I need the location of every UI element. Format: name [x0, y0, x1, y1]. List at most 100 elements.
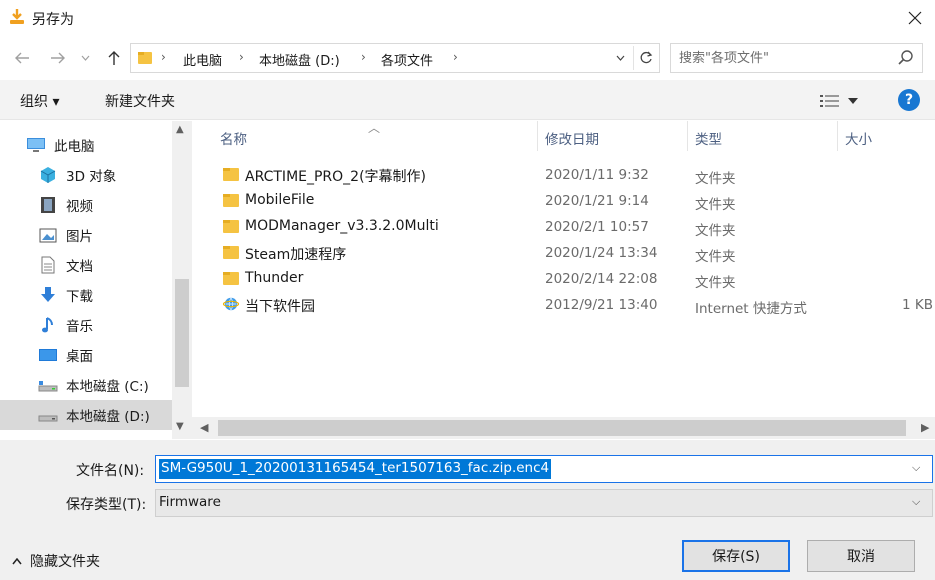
- close-button[interactable]: [896, 2, 934, 34]
- file-name: MobileFile: [245, 192, 315, 208]
- new-folder-button[interactable]: 新建文件夹: [105, 91, 175, 111]
- file-date: 2012/9/21 13:40: [545, 297, 658, 313]
- breadcrumb-separator: ›: [361, 50, 366, 64]
- back-button[interactable]: [10, 46, 34, 70]
- breadcrumb-this-pc[interactable]: 此电脑: [183, 50, 222, 69]
- file-name: Thunder: [245, 270, 304, 286]
- navigation-pane: 此电脑 3D 对象 视频 图片 文档 下载 音乐 桌面 本地磁盘 (C:) 本地…: [0, 121, 192, 439]
- nav-item-label: 本地磁盘 (C:): [66, 379, 149, 395]
- file-row[interactable]: MobileFile 2020/1/21 9:14 文件夹: [212, 188, 935, 214]
- save-button[interactable]: 保存(S): [682, 540, 790, 572]
- filetype-select[interactable]: Firmware ⌵: [155, 489, 933, 517]
- folder-icon: [223, 168, 239, 181]
- nav-item-this-pc[interactable]: 此电脑: [0, 130, 172, 160]
- nav-item-label: 本地磁盘 (D:): [66, 409, 150, 425]
- arrow-left-icon: [15, 52, 29, 64]
- chevron-down-icon[interactable]: ⌵: [912, 461, 920, 475]
- search-box[interactable]: [670, 43, 923, 73]
- file-date: 2020/2/14 22:08: [545, 271, 658, 287]
- column-header-date[interactable]: 修改日期: [545, 128, 599, 148]
- search-input[interactable]: [679, 49, 889, 67]
- nav-item-label: 图片: [66, 229, 93, 245]
- sort-ascending-icon: ︿: [368, 121, 381, 135]
- nav-item-drive-d[interactable]: 本地磁盘 (D:): [0, 400, 172, 430]
- hide-folders-label: 隐藏文件夹: [30, 554, 100, 570]
- scroll-left-icon[interactable]: ◀: [200, 421, 208, 434]
- file-row[interactable]: MODManager_v3.3.2.0Multi 2020/2/1 10:57 …: [212, 214, 935, 240]
- chevron-down-icon: [81, 55, 89, 61]
- window-title: 另存为: [32, 12, 74, 28]
- file-date: 2020/1/11 9:32: [545, 167, 649, 183]
- chevron-down-icon[interactable]: ⌵: [912, 495, 920, 509]
- file-date: 2020/1/24 13:34: [545, 245, 658, 261]
- nav-item-videos[interactable]: 视频: [0, 190, 172, 220]
- nav-item-label: 下载: [66, 289, 93, 305]
- nav-item-documents[interactable]: 文档: [0, 250, 172, 280]
- download-app-icon: [10, 9, 24, 24]
- refresh-button[interactable]: [633, 46, 657, 70]
- nav-item-label: 视频: [66, 199, 93, 215]
- breadcrumb-separator: ›: [453, 50, 458, 64]
- organize-menu-button[interactable]: 组织 ▾: [20, 91, 59, 111]
- filetype-value: Firmware: [159, 494, 221, 510]
- nav-item-music[interactable]: 音乐: [0, 310, 172, 340]
- column-header-type[interactable]: 类型: [695, 128, 722, 148]
- cancel-button[interactable]: 取消: [807, 540, 915, 572]
- forward-button[interactable]: [46, 46, 70, 70]
- nav-item-label: 桌面: [66, 349, 93, 365]
- file-type: 文件夹: [695, 171, 736, 187]
- search-icon[interactable]: [897, 49, 915, 67]
- file-row[interactable]: 当下软件园 2012/9/21 13:40 Internet 快捷方式 1 KB: [212, 292, 935, 318]
- folder-icon: [223, 220, 239, 233]
- horizontal-scrollbar-thumb[interactable]: [218, 420, 906, 436]
- help-button[interactable]: ?: [898, 89, 920, 111]
- up-button[interactable]: [102, 46, 126, 70]
- column-header-size[interactable]: 大小: [845, 128, 872, 148]
- arrow-up-icon: [108, 51, 120, 65]
- address-bar[interactable]: › 此电脑 › 本地磁盘 (D:) › 各项文件 ›: [130, 43, 660, 73]
- file-row[interactable]: ARCTIME_PRO_2(字幕制作) 2020/1/11 9:32 文件夹: [212, 162, 935, 188]
- file-name: 当下软件园: [245, 299, 315, 315]
- nav-scroll-down-icon[interactable]: ▼: [176, 421, 184, 432]
- address-dropdown-button[interactable]: [609, 46, 631, 70]
- nav-item-label: 3D 对象: [66, 169, 117, 185]
- file-row[interactable]: Thunder 2020/2/14 22:08 文件夹: [212, 266, 935, 292]
- file-row[interactable]: Steam加速程序 2020/1/24 13:34 文件夹: [212, 240, 935, 266]
- nav-item-3d-objects[interactable]: 3D 对象: [0, 160, 172, 190]
- recent-locations-button[interactable]: [78, 46, 92, 70]
- file-list: ︿ 名称 修改日期 类型 大小 ARCTIME_PRO_2(字幕制作) 2020…: [192, 121, 935, 439]
- filename-input[interactable]: SM-G950U_1_20200131165454_ter1507163_fac…: [159, 459, 552, 479]
- column-divider[interactable]: [537, 121, 538, 151]
- nav-scrollbar-thumb[interactable]: [175, 279, 189, 387]
- file-date: 2020/2/1 10:57: [545, 219, 649, 235]
- nav-item-drive-c[interactable]: 本地磁盘 (C:): [0, 370, 172, 400]
- picture-icon: [38, 226, 58, 244]
- nav-item-desktop[interactable]: 桌面: [0, 340, 172, 370]
- hide-folders-toggle[interactable]: 隐藏文件夹: [12, 551, 100, 571]
- breadcrumb-current-folder[interactable]: 各项文件: [381, 50, 433, 69]
- close-icon: [908, 11, 922, 25]
- save-form: 文件名(N): SM-G950U_1_20200131165454_ter150…: [0, 440, 935, 580]
- file-type: 文件夹: [695, 249, 736, 265]
- file-type: 文件夹: [695, 223, 736, 239]
- cube-icon: [38, 166, 58, 184]
- folder-icon: [223, 272, 239, 285]
- nav-item-downloads[interactable]: 下载: [0, 280, 172, 310]
- breadcrumb-drive-d[interactable]: 本地磁盘 (D:): [259, 50, 340, 69]
- document-icon: [38, 256, 58, 274]
- nav-item-label: 音乐: [66, 319, 93, 335]
- scroll-right-icon[interactable]: ▶: [921, 421, 929, 434]
- file-name: ARCTIME_PRO_2(字幕制作): [245, 169, 427, 185]
- column-header-name[interactable]: 名称: [220, 128, 247, 148]
- drive-icon: [38, 376, 58, 394]
- filename-combobox[interactable]: SM-G950U_1_20200131165454_ter1507163_fac…: [155, 455, 933, 483]
- change-view-button[interactable]: [820, 91, 866, 111]
- command-bar: 组织 ▾ 新建文件夹 ?: [0, 80, 935, 120]
- column-divider[interactable]: [687, 121, 688, 151]
- nav-item-pictures[interactable]: 图片: [0, 220, 172, 250]
- nav-item-label: 文档: [66, 259, 93, 275]
- file-size: 1 KB: [902, 297, 933, 313]
- nav-scroll-up-icon[interactable]: ▲: [176, 124, 184, 135]
- breadcrumb-separator: ›: [161, 50, 166, 64]
- column-divider[interactable]: [837, 121, 838, 151]
